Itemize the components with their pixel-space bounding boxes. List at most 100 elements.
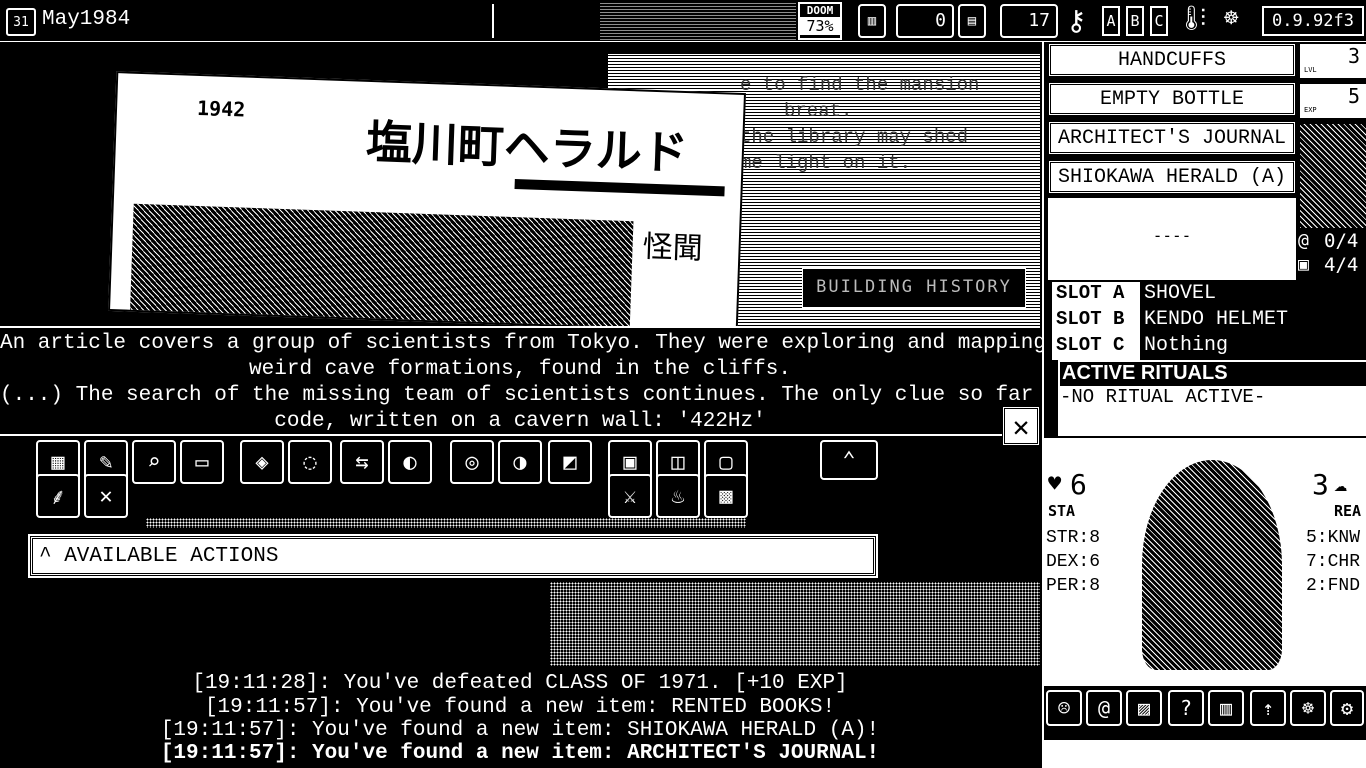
inventory-empty-slot[interactable]: ---- — [1048, 198, 1296, 280]
stat-dex: DEX:6 — [1046, 552, 1101, 572]
note-line: me light on it. — [740, 152, 912, 174]
settings-gear-icon[interactable]: ⚙ — [1330, 690, 1364, 726]
rituals-value: -NO RITUAL ACTIVE- — [1060, 386, 1266, 408]
action-icon-5[interactable]: ◈ — [240, 440, 284, 484]
inventory-counter: 4/4 — [1324, 254, 1359, 276]
old-god-icon[interactable]: ☸ — [1224, 4, 1258, 36]
close-icon: ✕ — [1012, 409, 1030, 443]
equipment-slot-key: SLOT B — [1052, 308, 1140, 334]
equipment-slot-key: SLOT C — [1052, 334, 1140, 360]
dither-icon[interactable]: ▩ — [704, 474, 748, 518]
fire-icon[interactable]: ♨ — [656, 474, 700, 518]
description-line: code, written on a cavern wall: '422Hz' — [274, 410, 766, 433]
exp-value: 5 — [1347, 84, 1360, 108]
letter-a-icon: A — [1102, 6, 1120, 36]
room-floor — [550, 582, 1040, 666]
exp-box: EXP 5 — [1300, 84, 1366, 118]
inventory-item-handcuffs[interactable]: HANDCUFFS — [1048, 43, 1296, 77]
newspaper-image: 1942 塩川町ヘラルド 怪聞 — [108, 71, 746, 333]
newspaper-photo — [129, 203, 634, 332]
log-entry: [19:11:57]: You've found a new item: ARC… — [160, 742, 880, 765]
rituals-title: ACTIVE RITUALS — [1060, 362, 1366, 386]
exp-label: EXP — [1304, 106, 1317, 114]
log-entry: [19:11:57]: You've found a new item: SHI… — [160, 719, 880, 742]
map-thumbnail[interactable] — [1300, 124, 1366, 228]
upload-icon[interactable]: ⇡ — [1250, 690, 1286, 726]
action-icon-4[interactable]: ▭ — [180, 440, 224, 484]
level-value: 3 — [1347, 44, 1360, 68]
spiral-menu-icon[interactable]: @ — [1086, 690, 1122, 726]
ammo-counter: 17 — [1000, 4, 1058, 38]
doom-label: DOOM — [806, 4, 834, 17]
location-thumbnail — [600, 2, 796, 40]
available-actions-label: ^ AVAILABLE ACTIONS — [39, 545, 279, 568]
stamina-icon: ♥ — [1048, 472, 1062, 497]
date-label: May1984 — [42, 8, 131, 31]
stats-left: STR:8 DEX:6 PER:8 — [1046, 526, 1100, 598]
action-icon-10[interactable]: ◑ — [498, 440, 542, 484]
newspaper-title: 塩川町ヘラルド — [365, 114, 689, 181]
available-actions-bar[interactable]: ^ AVAILABLE ACTIONS — [28, 534, 878, 578]
action-icon-8[interactable]: ◐ — [388, 440, 432, 484]
divider-strip — [146, 518, 746, 528]
settings-thermometer-icon: ⫶ — [1200, 4, 1206, 32]
calendar-day: 31 — [13, 15, 29, 30]
stat-fnd: 2:FND — [1306, 576, 1361, 596]
description-line: An article covers a group of scientists … — [0, 332, 1046, 355]
weapon-icon[interactable]: ⚔ — [608, 474, 652, 518]
level-box: LVL 3 — [1300, 44, 1366, 78]
building-icon[interactable]: ▥ — [1208, 690, 1244, 726]
bottom-status-bar — [1044, 740, 1366, 768]
chart-icon[interactable]: ▨ — [1126, 690, 1162, 726]
cancel-icon[interactable]: ✕ — [84, 474, 128, 518]
torch-icon[interactable]: ⸙ — [36, 474, 80, 518]
reason-label: REA — [1334, 502, 1362, 520]
note-line: e to find the mansion — [740, 74, 980, 96]
up-arrow-icon[interactable]: ⌃ — [820, 440, 878, 480]
stat-chr: 7:CHR — [1306, 552, 1361, 572]
item-description-dialog: An article covers a group of scientists … — [0, 326, 1096, 436]
top-bar: 31 May1984 DOOM 73% ▥ 0 ▤ 17 ⚷ A B C 🌡 ⫶… — [0, 0, 1366, 42]
level-label: LVL — [1304, 66, 1317, 74]
close-button[interactable]: ✕ — [1002, 406, 1040, 446]
letter-b-icon: B — [1126, 6, 1144, 36]
newspaper-underline — [514, 179, 725, 197]
note-line: the library may shed — [740, 126, 969, 148]
stat-str: STR:8 — [1046, 528, 1101, 548]
funds-counter: 0 — [896, 4, 954, 38]
action-icon-9[interactable]: ◎ — [450, 440, 494, 484]
log-entry: [19:11:57]: You've found a new item: REN… — [204, 696, 836, 719]
action-icon-3[interactable]: ⌕ — [132, 440, 176, 484]
key-icon: ⚷ — [1066, 4, 1087, 37]
gear-face-icon[interactable]: ☹ — [1046, 690, 1082, 726]
inventory-item-architects-journal[interactable]: ARCHITECT'S JOURNAL — [1048, 121, 1296, 155]
note-line: breat. — [784, 100, 853, 122]
contacts-icon[interactable]: ? — [1168, 690, 1204, 726]
newspaper-year: 1942 — [196, 95, 246, 122]
reason-value: 3 — [1312, 468, 1329, 501]
inventory-item-empty-bottle[interactable]: EMPTY BOTTLE — [1048, 82, 1296, 116]
stat-per: PER:8 — [1046, 576, 1101, 596]
bag-icon: ▣ — [1298, 254, 1309, 275]
action-icon-11[interactable]: ◩ — [548, 440, 592, 484]
reason-icon: ☁ — [1334, 472, 1348, 497]
character-panel: ♥ 6 STA 3 ☁ REA STR:8 DEX:6 PER:8 5:KNW … — [1044, 438, 1366, 686]
spiral-icon: @ — [1298, 230, 1309, 251]
calendar-icon: 31 — [6, 8, 36, 36]
action-icon-6[interactable]: ◌ — [288, 440, 332, 484]
caption-text: BUILDING HISTORY — [816, 277, 1012, 297]
description-line: weird cave formations, found in the clif… — [249, 358, 791, 381]
stamina-value: 6 — [1070, 468, 1087, 501]
equipment-slot-key: SLOT A — [1052, 282, 1140, 308]
octopus-icon[interactable]: ☸ — [1290, 690, 1326, 726]
action-icon-7[interactable]: ⇆ — [340, 440, 384, 484]
spells-counter: 0/4 — [1324, 230, 1359, 252]
doom-meter: DOOM 73% — [798, 2, 842, 40]
inventory-item-shiokawa-herald[interactable]: SHIOKAWA HERALD (A) — [1048, 160, 1296, 194]
ammo-icon[interactable]: ▤ — [958, 4, 986, 38]
character-portrait — [1142, 460, 1282, 670]
funds-icon[interactable]: ▥ — [858, 4, 886, 38]
equipment-slot-value: SHOVEL — [1144, 282, 1217, 305]
stat-knw: 5:KNW — [1306, 528, 1361, 548]
doom-value: 73% — [800, 17, 840, 35]
